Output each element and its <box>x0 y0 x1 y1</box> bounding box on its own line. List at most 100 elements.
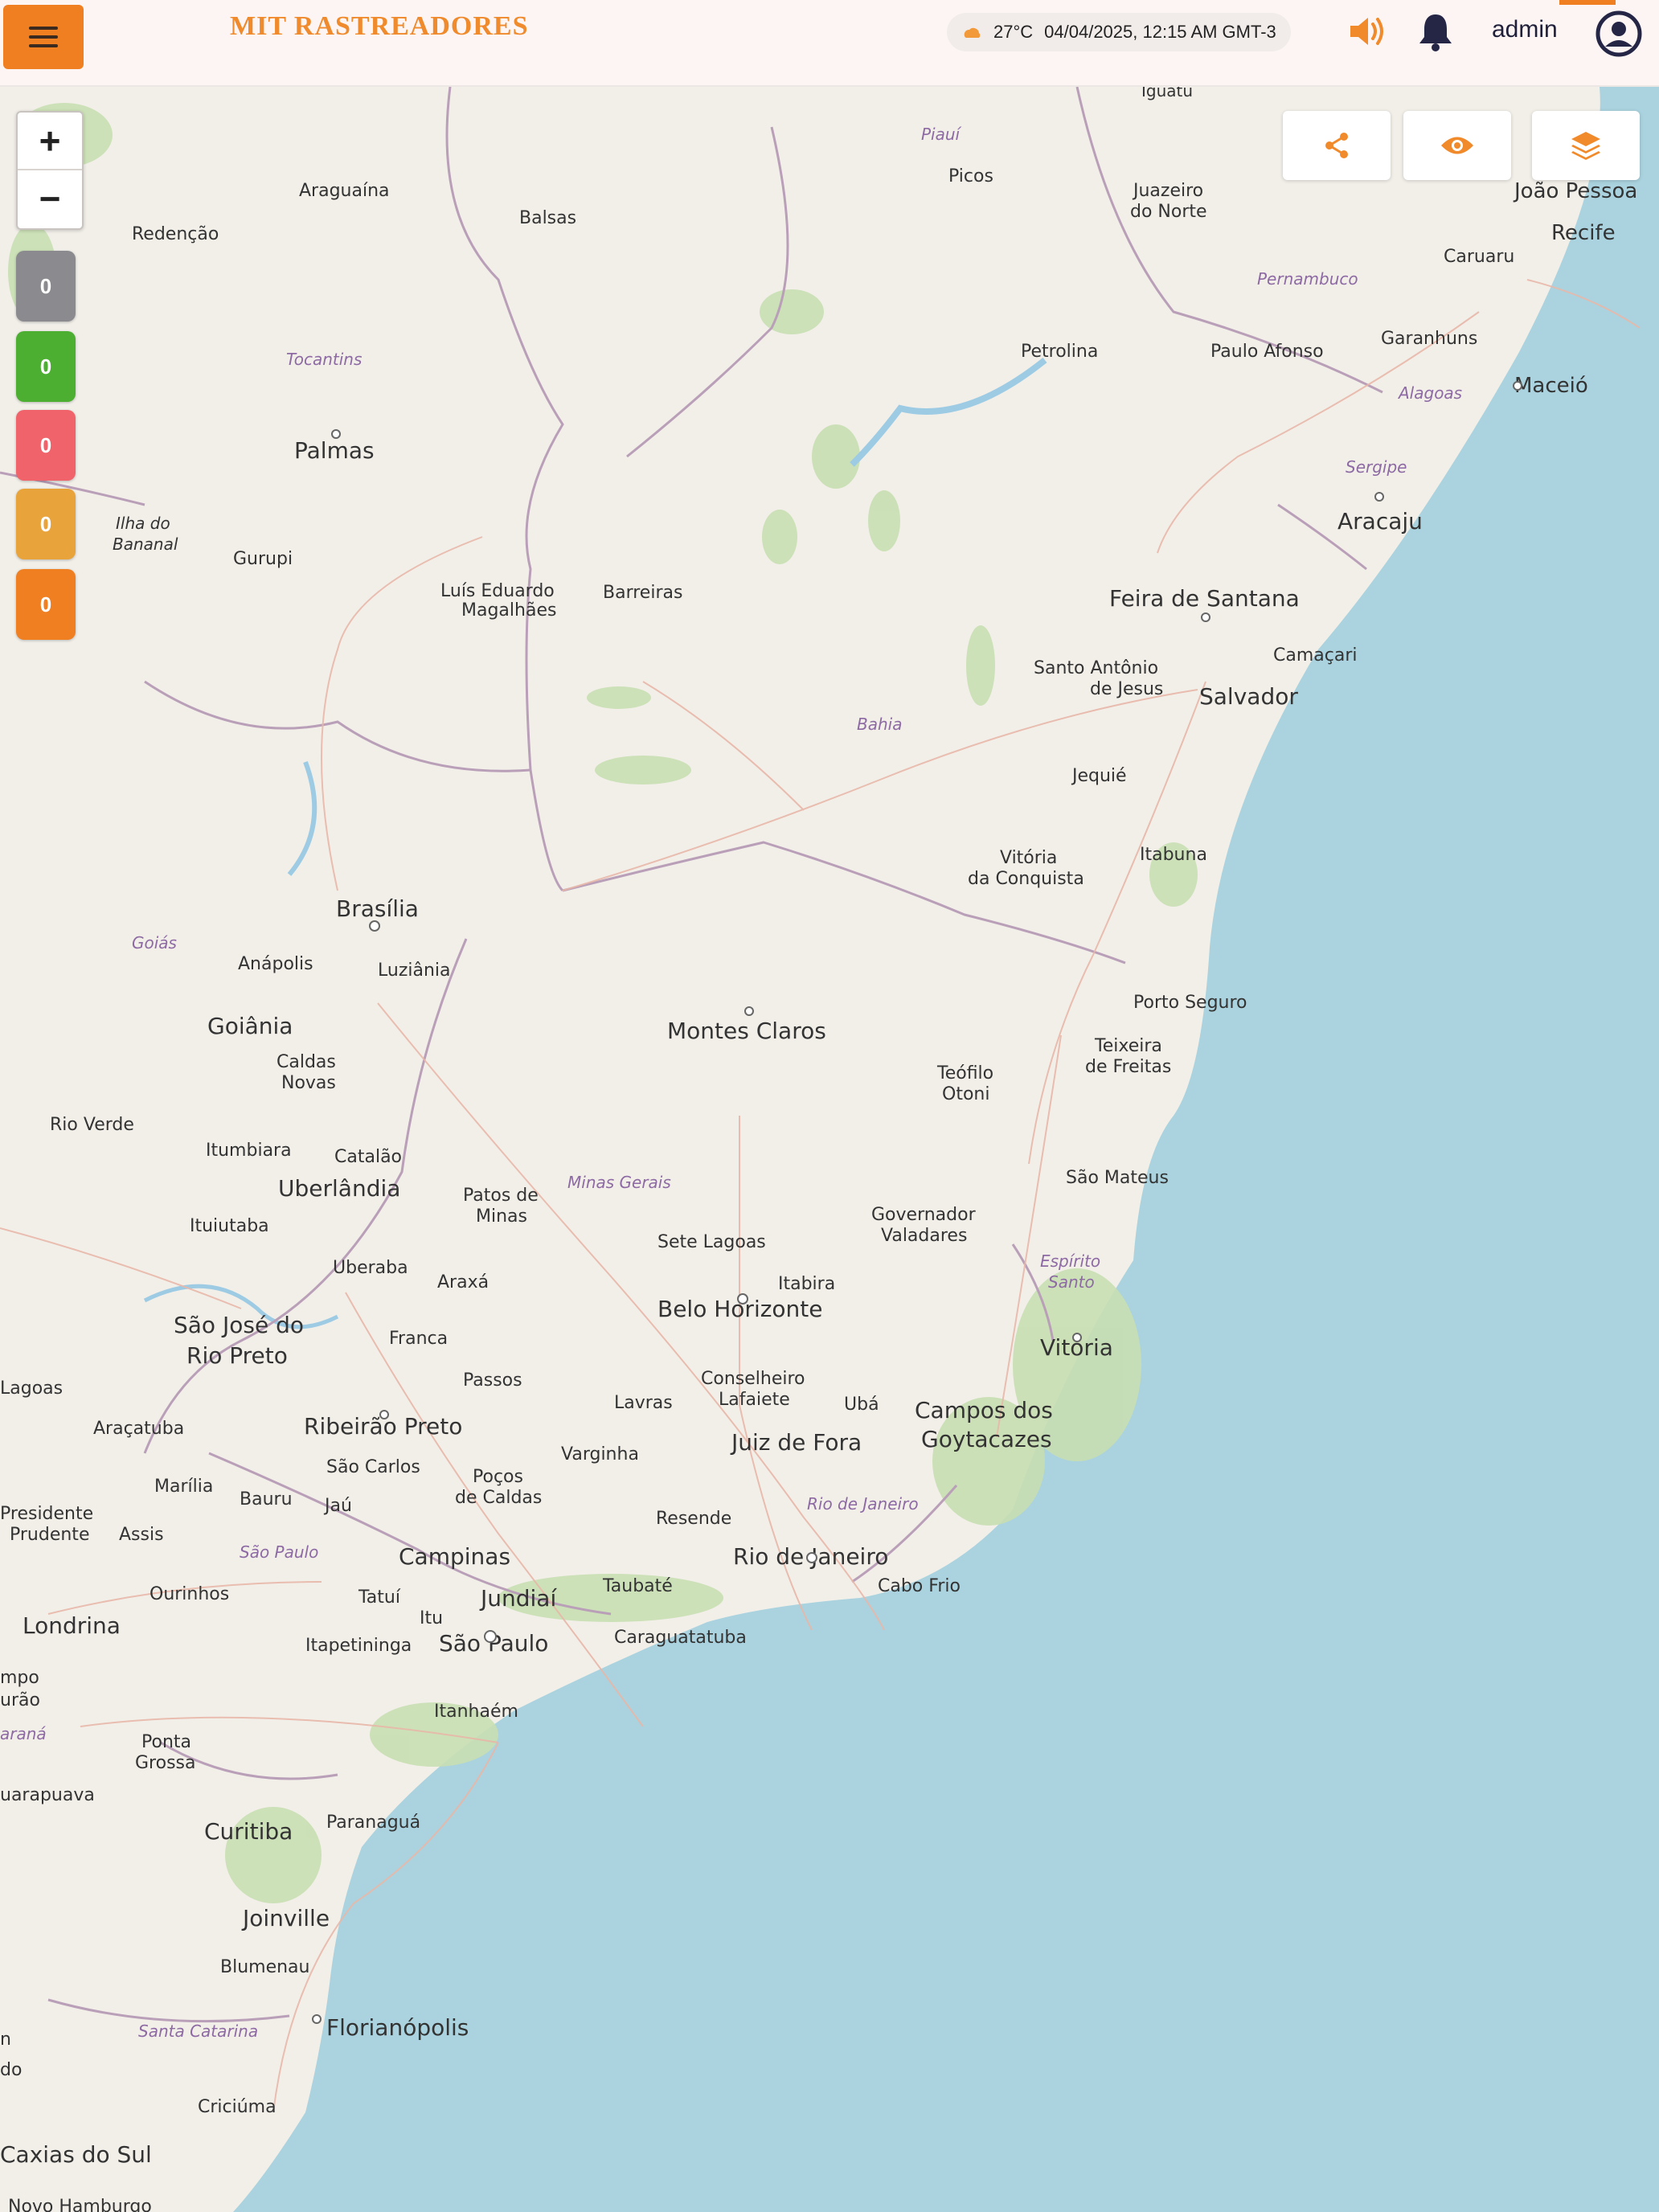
svg-text:Assis: Assis <box>119 1525 164 1545</box>
svg-text:Salvador: Salvador <box>1199 683 1298 710</box>
weather-icon <box>964 27 981 38</box>
svg-text:Itumbiara: Itumbiara <box>206 1141 292 1161</box>
svg-text:Lagoas: Lagoas <box>0 1378 63 1399</box>
svg-text:Caraguatatuba: Caraguatatuba <box>614 1628 747 1648</box>
svg-text:Teixeira: Teixeira <box>1094 1036 1162 1056</box>
svg-text:de Freitas: de Freitas <box>1085 1057 1171 1077</box>
hamburger-icon <box>29 27 58 47</box>
svg-text:Aracaju: Aracaju <box>1337 508 1423 535</box>
svg-text:Pernambuco: Pernambuco <box>1257 269 1358 289</box>
svg-text:do Norte: do Norte <box>1130 202 1207 222</box>
zoom-control: + − <box>16 111 84 230</box>
user-avatar-icon[interactable] <box>1595 10 1643 58</box>
zoom-out-button[interactable]: − <box>18 170 82 227</box>
svg-text:Presidente: Presidente <box>0 1504 93 1524</box>
svg-text:Luziânia: Luziânia <box>378 961 451 981</box>
svg-text:Araçatuba: Araçatuba <box>93 1419 184 1439</box>
svg-text:Iguatu: Iguatu <box>1141 87 1193 100</box>
svg-text:Ponta: Ponta <box>141 1732 191 1752</box>
svg-text:Teófilo: Teófilo <box>936 1063 993 1083</box>
svg-text:Araxá: Araxá <box>437 1272 489 1292</box>
username-label[interactable]: admin <box>1492 16 1558 43</box>
svg-text:Campos dos: Campos dos <box>915 1397 1053 1423</box>
svg-text:Marília: Marília <box>154 1477 213 1497</box>
svg-text:Paulo Afonso: Paulo Afonso <box>1210 342 1324 362</box>
svg-text:Balsas: Balsas <box>519 208 576 228</box>
svg-text:João Pessoa: João Pessoa <box>1513 179 1637 203</box>
svg-text:Varginha: Varginha <box>561 1444 639 1464</box>
temperature-text: 27°C <box>993 22 1034 42</box>
visibility-button[interactable] <box>1403 111 1511 180</box>
svg-text:Ubá: Ubá <box>844 1395 879 1415</box>
svg-text:mpo: mpo <box>0 1668 39 1688</box>
svg-text:Gurupi: Gurupi <box>233 549 293 569</box>
svg-text:Feira de Santana: Feira de Santana <box>1109 585 1300 612</box>
svg-text:Goiás: Goiás <box>132 933 177 952</box>
svg-text:Grossa: Grossa <box>135 1753 195 1773</box>
svg-text:Conselheiro: Conselheiro <box>701 1369 805 1389</box>
svg-text:Sete Lagoas: Sete Lagoas <box>657 1232 766 1252</box>
svg-text:São Carlos: São Carlos <box>326 1457 420 1477</box>
svg-text:Rio Verde: Rio Verde <box>50 1115 134 1135</box>
svg-text:Cabo Frio: Cabo Frio <box>878 1576 961 1596</box>
status-counter-stopped[interactable]: 0 <box>16 410 76 481</box>
map-view[interactable]: Iguatu Piauí Picos Juazeiro do Norte Joã… <box>0 87 1659 2212</box>
svg-text:Santo Antônio: Santo Antônio <box>1034 658 1158 678</box>
speaker-icon[interactable] <box>1347 14 1389 48</box>
app-title: MIT RASTREADORES <box>230 11 529 41</box>
datetime-text: 04/04/2025, 12:15 AM GMT-3 <box>1044 22 1276 42</box>
status-counter-moving[interactable]: 0 <box>16 331 76 402</box>
svg-text:Santa Catarina: Santa Catarina <box>138 2022 258 2041</box>
svg-text:Minas Gerais: Minas Gerais <box>567 1173 671 1192</box>
svg-text:Espírito: Espírito <box>1040 1251 1100 1271</box>
svg-text:Recife: Recife <box>1551 221 1616 245</box>
svg-text:Montes Claros: Montes Claros <box>667 1018 826 1044</box>
svg-text:Criciúma: Criciúma <box>198 2097 276 2117</box>
svg-text:Caldas: Caldas <box>276 1052 336 1072</box>
svg-text:Redenção: Redenção <box>132 224 219 244</box>
svg-text:Tocantins: Tocantins <box>286 350 362 369</box>
svg-text:Magalhães: Magalhães <box>461 600 556 621</box>
svg-text:Patos de: Patos de <box>463 1186 539 1206</box>
svg-text:Poços: Poços <box>473 1467 523 1487</box>
svg-text:Piauí: Piauí <box>921 125 962 144</box>
layers-button[interactable] <box>1532 111 1640 180</box>
svg-text:de Caldas: de Caldas <box>455 1488 542 1508</box>
eye-icon <box>1441 137 1473 154</box>
svg-text:Joinville: Joinville <box>241 1905 330 1931</box>
svg-text:Barreiras: Barreiras <box>603 583 682 603</box>
svg-text:Passos: Passos <box>463 1370 522 1391</box>
svg-text:Santo: Santo <box>1048 1272 1095 1292</box>
svg-text:Londrina: Londrina <box>23 1612 121 1639</box>
svg-text:Minas: Minas <box>476 1206 527 1227</box>
share-button[interactable] <box>1283 111 1391 180</box>
svg-text:Itabuna: Itabuna <box>1140 845 1207 865</box>
svg-text:Porto Seguro: Porto Seguro <box>1133 993 1247 1013</box>
svg-text:Valadares: Valadares <box>881 1226 967 1246</box>
svg-text:Jaú: Jaú <box>323 1496 352 1516</box>
svg-text:Brasília: Brasília <box>336 895 419 922</box>
top-bar: MIT RASTREADORES 27°C 04/04/2025, 12:15 … <box>0 0 1659 87</box>
zoom-in-button[interactable]: + <box>18 113 82 170</box>
status-counter-offline[interactable]: 0 <box>16 251 76 322</box>
header-accent <box>1559 0 1616 5</box>
menu-button[interactable] <box>3 5 84 69</box>
svg-text:da Conquista: da Conquista <box>968 869 1084 889</box>
svg-text:n: n <box>0 2030 11 2050</box>
svg-text:Florianópolis: Florianópolis <box>326 2014 469 2041</box>
svg-text:Itu: Itu <box>420 1608 443 1628</box>
svg-text:Lafaiete: Lafaiete <box>719 1390 790 1410</box>
svg-text:Juiz de Fora: Juiz de Fora <box>730 1429 862 1456</box>
svg-text:Ituiutaba: Ituiutaba <box>190 1216 269 1236</box>
svg-text:Curitiba: Curitiba <box>204 1818 293 1845</box>
svg-text:de Jesus: de Jesus <box>1090 679 1163 699</box>
svg-text:Tatuí: Tatuí <box>358 1587 401 1608</box>
svg-text:Palmas: Palmas <box>294 437 375 464</box>
status-counter-alert[interactable]: 0 <box>16 569 76 640</box>
svg-text:Itapetininga: Itapetininga <box>305 1636 412 1656</box>
bell-icon[interactable] <box>1416 11 1455 53</box>
svg-text:Alagoas: Alagoas <box>1397 383 1462 403</box>
status-counter-idle[interactable]: 0 <box>16 489 76 559</box>
svg-text:Vitória: Vitória <box>1000 848 1057 868</box>
svg-text:Araguaína: Araguaína <box>299 181 390 201</box>
